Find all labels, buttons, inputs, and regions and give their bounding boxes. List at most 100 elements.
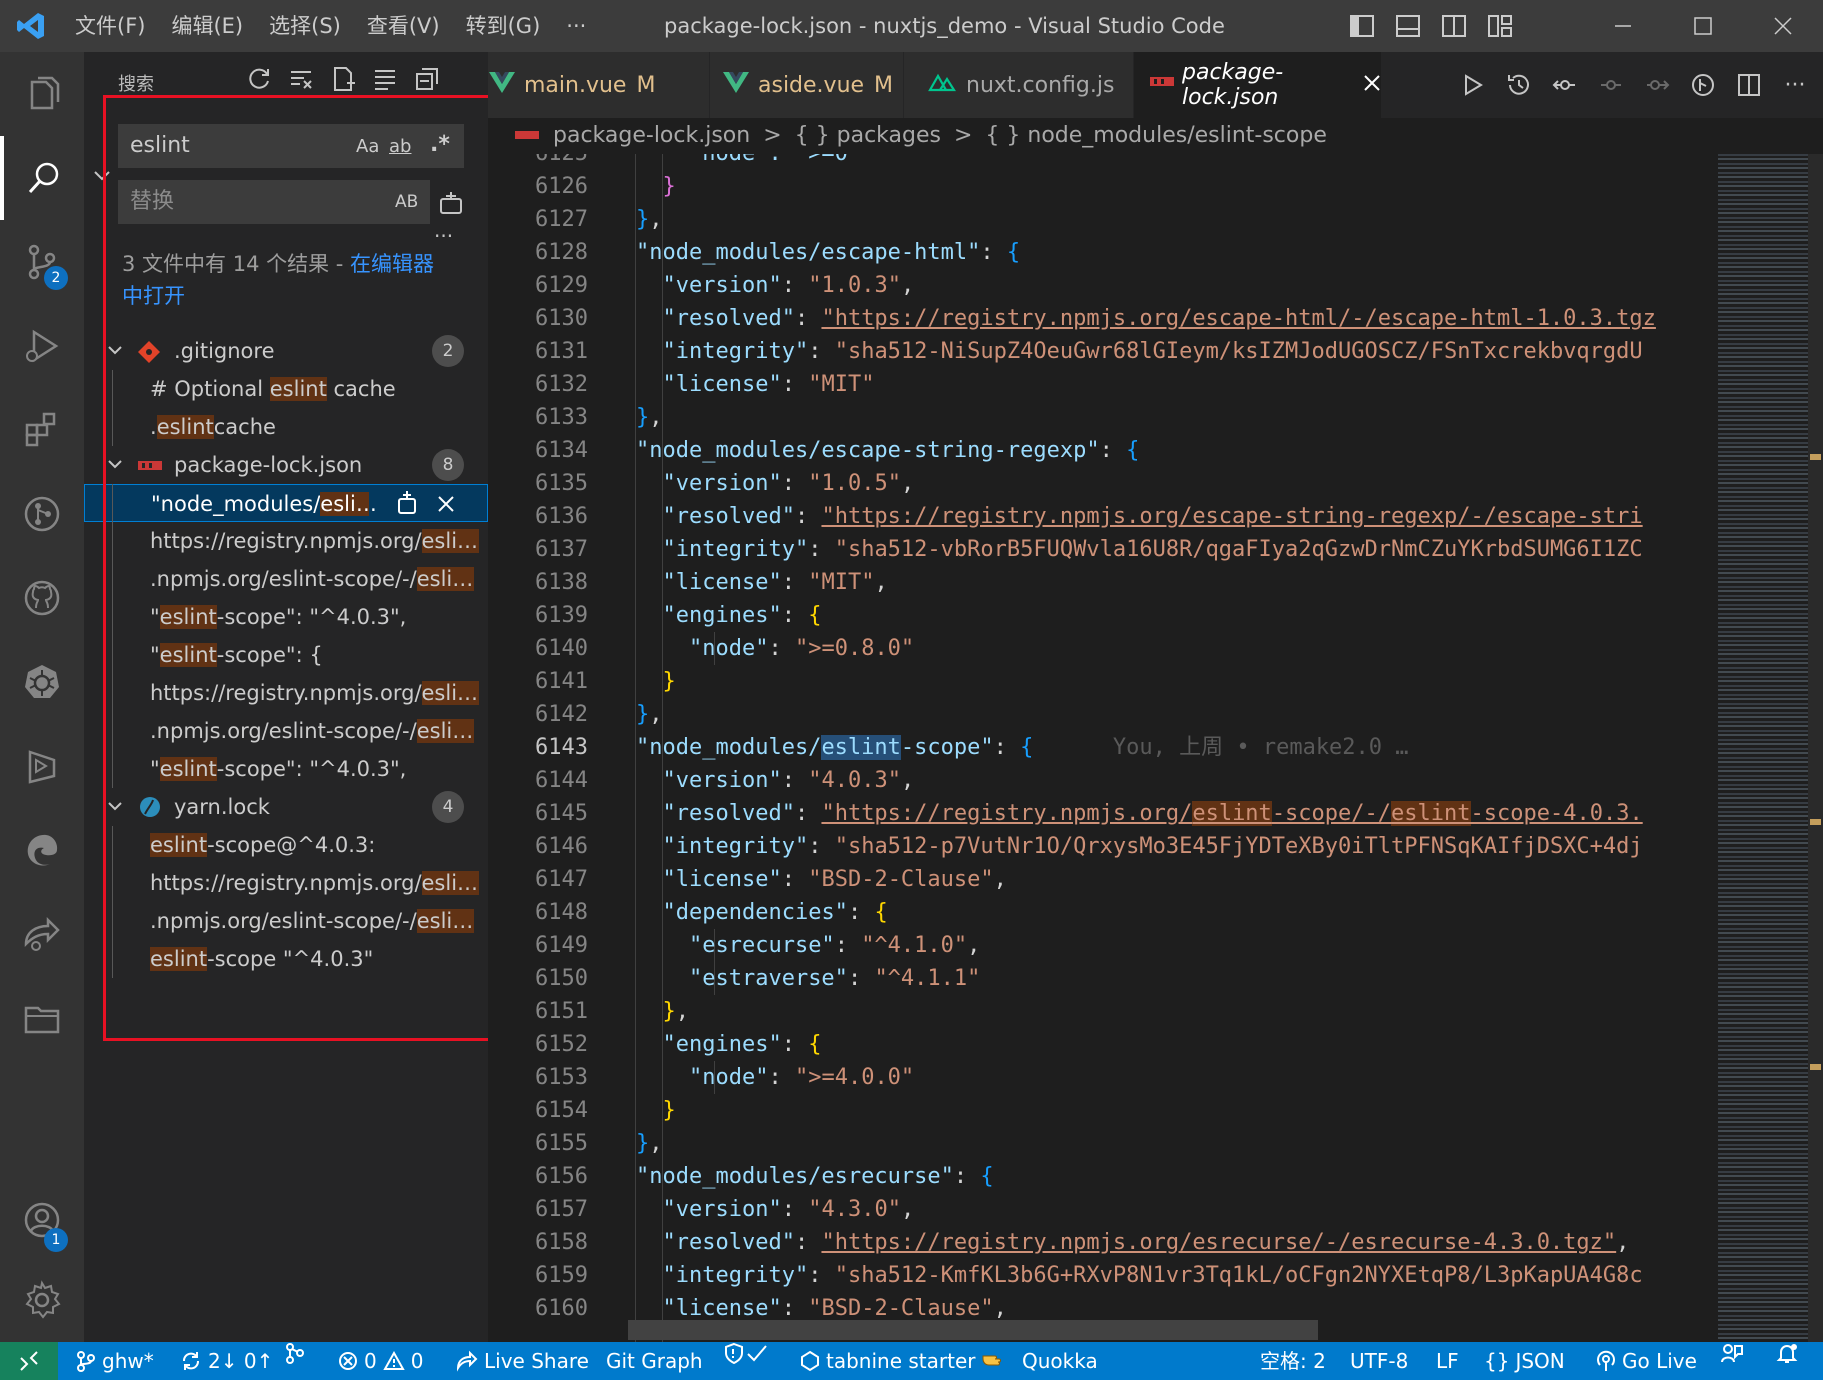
use-regex-toggle[interactable]: .* bbox=[430, 132, 450, 157]
tab-package-lock[interactable]: package-lock.json bbox=[1134, 52, 1382, 118]
project-manager-icon[interactable] bbox=[0, 976, 84, 1060]
file-row-yarn-lock[interactable]: yarn.lock 4 bbox=[84, 788, 488, 826]
search-input[interactable]: eslint bbox=[118, 124, 464, 168]
toggle-secondary-sidebar-icon[interactable] bbox=[1431, 0, 1477, 52]
encoding-status[interactable]: UTF-8 bbox=[1350, 1342, 1408, 1380]
new-search-editor-icon[interactable] bbox=[330, 66, 356, 96]
match-row[interactable]: .npmjs.org/eslint-scope/-/eslint... bbox=[84, 712, 488, 750]
run-debug-icon[interactable] bbox=[0, 304, 84, 388]
menu-go[interactable]: 转到(G) bbox=[453, 0, 554, 52]
toggle-replace-chevron-icon[interactable] bbox=[92, 166, 112, 190]
accounts-badge: 1 bbox=[44, 1228, 68, 1252]
file-row-gitignore[interactable]: .gitignore 2 bbox=[84, 332, 488, 370]
match-row[interactable]: .npmjs.org/eslint-scope/-/eslint... bbox=[84, 902, 488, 940]
remote-indicator-icon[interactable] bbox=[0, 1342, 58, 1380]
language-mode-status[interactable]: {} JSON bbox=[1484, 1342, 1565, 1380]
line-number: 6128 bbox=[535, 240, 588, 265]
match-row[interactable]: https://registry.npmjs.org/eslint... bbox=[84, 674, 488, 712]
breadcrumb-file[interactable]: package-lock.json bbox=[553, 123, 750, 148]
edge-devtools-icon[interactable] bbox=[0, 808, 84, 892]
explorer-icon[interactable] bbox=[0, 52, 84, 136]
clear-results-icon[interactable] bbox=[288, 66, 314, 96]
eol-status[interactable]: LF bbox=[1436, 1342, 1459, 1380]
match-row-selected[interactable]: "node_modules/eslin... bbox=[84, 484, 488, 522]
tab-main-vue[interactable]: main.vue M bbox=[488, 52, 710, 118]
more-actions-icon[interactable]: ··· bbox=[1772, 73, 1818, 98]
close-window-icon[interactable] bbox=[1743, 0, 1823, 52]
view-as-tree-icon[interactable] bbox=[372, 66, 398, 96]
match-row[interactable]: eslint-scope@^4.0.3: bbox=[84, 826, 488, 864]
search-icon[interactable] bbox=[0, 136, 84, 220]
replace-all-icon[interactable] bbox=[438, 190, 464, 220]
live-share-icon[interactable] bbox=[0, 892, 84, 976]
match-row[interactable]: eslint-scope "^4.0.3" bbox=[84, 940, 488, 978]
match-row[interactable]: https://registry.npmjs.org/eslint... bbox=[84, 864, 488, 902]
extensions-icon[interactable] bbox=[0, 388, 84, 472]
title-bar: 文件(F) 编辑(E) 选择(S) 查看(V) 转到(G) ··· packag… bbox=[0, 0, 1823, 52]
kubernetes-icon[interactable] bbox=[0, 640, 84, 724]
preserve-case-toggle[interactable]: AB bbox=[395, 192, 418, 212]
notifications-bell-icon[interactable] bbox=[1776, 1342, 1798, 1364]
next-change-icon[interactable] bbox=[1634, 72, 1680, 98]
line-number: 6136 bbox=[535, 504, 588, 529]
tab-nuxt-config[interactable]: nuxt.config.js bbox=[904, 52, 1134, 118]
menu-more[interactable]: ··· bbox=[553, 0, 599, 52]
tabnine-status[interactable]: tabnine starter bbox=[800, 1342, 1007, 1380]
horizontal-scrollbar[interactable] bbox=[628, 1320, 1318, 1340]
feedback-icon[interactable] bbox=[1720, 1342, 1744, 1364]
match-row[interactable]: "eslint-scope": "^4.0.3", bbox=[84, 750, 488, 788]
match-row[interactable]: .npmjs.org/eslint-scope/-/eslint... bbox=[84, 560, 488, 598]
code-review-status-icon[interactable] bbox=[724, 1342, 770, 1364]
breadcrumb-packages[interactable]: { } packages bbox=[795, 123, 941, 148]
timeline-history-icon[interactable] bbox=[1496, 72, 1542, 98]
branch-indicator[interactable]: ghw* bbox=[76, 1342, 154, 1380]
match-row[interactable]: https://registry.npmjs.org/eslint... bbox=[84, 522, 488, 560]
github-icon[interactable] bbox=[0, 556, 84, 640]
vertical-scrollbar[interactable] bbox=[1808, 154, 1823, 1342]
file-row-package-lock[interactable]: package-lock.json 8 bbox=[84, 446, 488, 484]
breadcrumb-eslint-scope[interactable]: { } node_modules/eslint-scope bbox=[985, 123, 1326, 148]
refresh-icon[interactable] bbox=[246, 66, 272, 96]
menu-file[interactable]: 文件(F) bbox=[62, 0, 158, 52]
code-editor[interactable]: 6125 6126 6127 6128 6129 6130 6131 6132 … bbox=[488, 154, 1714, 1342]
run-icon[interactable] bbox=[1450, 73, 1496, 97]
git-lens-icon[interactable] bbox=[1680, 72, 1726, 98]
git-graph-status-icon[interactable] bbox=[284, 1342, 306, 1364]
tabnine-label: tabnine starter bbox=[826, 1349, 976, 1373]
git-graph-status[interactable]: Git Graph bbox=[606, 1342, 703, 1380]
tab-aside-vue[interactable]: aside.vue M bbox=[710, 52, 904, 118]
match-row[interactable]: .eslintcache bbox=[84, 408, 488, 446]
problems-indicator[interactable]: 00 bbox=[338, 1342, 423, 1380]
quokka-status[interactable]: Quokka bbox=[1022, 1342, 1098, 1380]
live-share-status[interactable]: Live Share bbox=[456, 1342, 589, 1380]
minimize-icon[interactable] bbox=[1583, 0, 1663, 52]
match-whole-word-toggle[interactable]: ab bbox=[389, 136, 411, 157]
go-live-status[interactable]: Go Live bbox=[1596, 1342, 1697, 1380]
settings-gear-icon[interactable] bbox=[0, 1258, 84, 1342]
sync-indicator[interactable]: 2↓ 0↑ bbox=[180, 1342, 273, 1380]
indentation-status[interactable]: 空格: 2 bbox=[1260, 1342, 1326, 1380]
toggle-primary-sidebar-icon[interactable] bbox=[1339, 0, 1385, 52]
match-row[interactable]: "eslint-scope": { bbox=[84, 636, 488, 674]
customize-layout-icon[interactable] bbox=[1477, 0, 1523, 52]
collapse-all-icon[interactable] bbox=[414, 66, 440, 96]
open-changes-icon[interactable] bbox=[1542, 72, 1588, 98]
toggle-panel-icon[interactable] bbox=[1385, 0, 1431, 52]
menu-selection[interactable]: 选择(S) bbox=[256, 0, 354, 52]
previous-change-icon[interactable] bbox=[1588, 72, 1634, 98]
match-case-toggle[interactable]: Aa bbox=[356, 136, 379, 157]
match-row[interactable]: "eslint-scope": "^4.0.3", bbox=[84, 598, 488, 636]
close-tab-icon[interactable] bbox=[1363, 73, 1381, 98]
source-control-icon[interactable]: 2 bbox=[0, 220, 84, 304]
maximize-icon[interactable] bbox=[1663, 0, 1743, 52]
minimap[interactable] bbox=[1714, 154, 1823, 1342]
menu-edit[interactable]: 编辑(E) bbox=[158, 0, 256, 52]
split-editor-icon[interactable] bbox=[1726, 72, 1772, 98]
remote-explorer-icon[interactable] bbox=[0, 724, 84, 808]
match-row[interactable]: # Optional eslint cache bbox=[84, 370, 488, 408]
toggle-search-details-icon[interactable]: ··· bbox=[434, 224, 453, 248]
replace-input[interactable]: 替换 bbox=[118, 180, 430, 224]
accounts-icon[interactable]: 1 bbox=[0, 1178, 84, 1262]
git-history-icon[interactable] bbox=[0, 472, 84, 556]
menu-view[interactable]: 查看(V) bbox=[354, 0, 453, 52]
